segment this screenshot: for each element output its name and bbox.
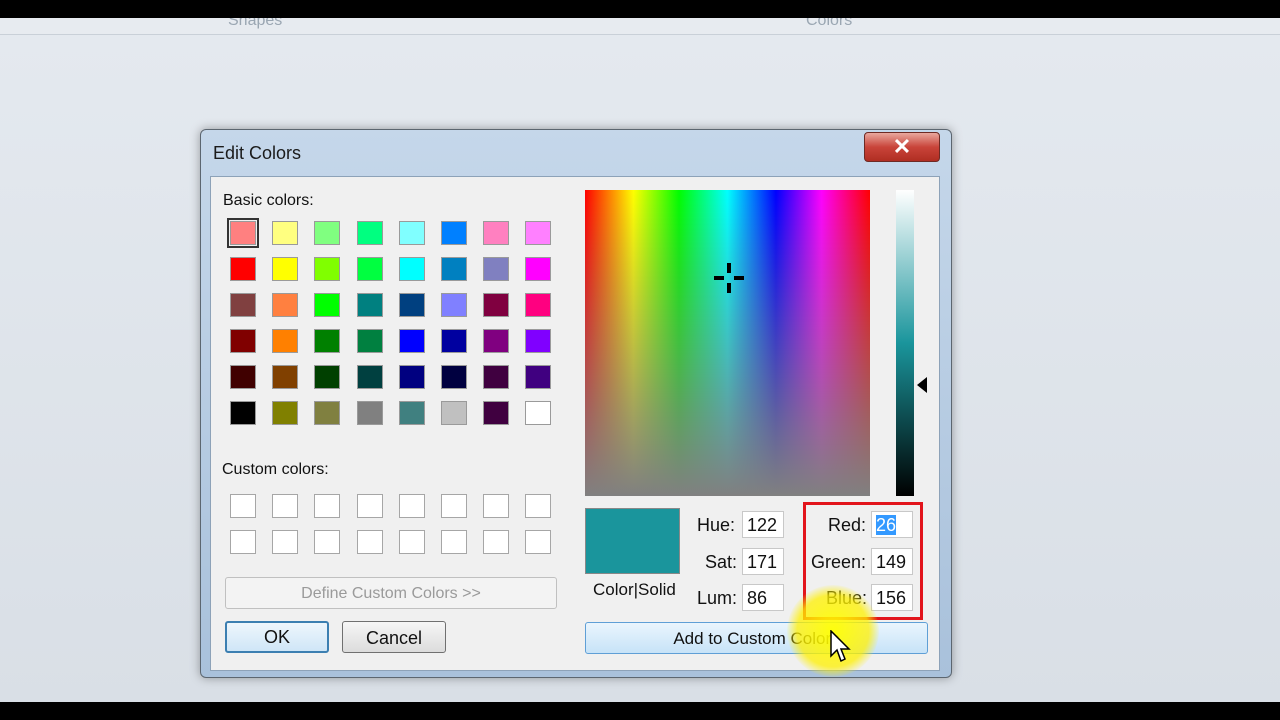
basic-color-swatch[interactable]: [356, 365, 383, 389]
mouse-pointer-icon: [830, 630, 851, 663]
basic-color-swatch[interactable]: [525, 401, 552, 425]
basic-color-swatch[interactable]: [525, 221, 552, 245]
basic-color-swatch[interactable]: [314, 257, 341, 281]
basic-color-swatch[interactable]: [230, 257, 256, 281]
basic-color-swatch[interactable]: [398, 293, 425, 317]
basic-color-swatch[interactable]: [441, 401, 467, 425]
custom-color-swatch[interactable]: [525, 530, 552, 554]
basic-color-swatch[interactable]: [230, 329, 256, 353]
basic-color-swatch[interactable]: [314, 365, 341, 389]
basic-color-swatch[interactable]: [483, 401, 510, 425]
spectrum-crosshair-icon[interactable]: [714, 263, 744, 293]
basic-color-swatch[interactable]: [483, 329, 510, 353]
color-solid-preview: [585, 508, 680, 574]
ribbon-shapes-label: Shapes: [228, 18, 283, 29]
basic-color-swatch[interactable]: [525, 257, 552, 281]
custom-color-swatch[interactable]: [272, 494, 299, 518]
basic-color-swatch[interactable]: [483, 257, 510, 281]
basic-color-swatch[interactable]: [356, 329, 383, 353]
hue-field[interactable]: 122: [742, 511, 784, 538]
basic-color-swatch[interactable]: [441, 293, 467, 317]
basic-color-swatch[interactable]: [441, 365, 467, 389]
basic-color-swatch[interactable]: [441, 257, 467, 281]
basic-color-swatch[interactable]: [398, 329, 425, 353]
basic-color-swatch[interactable]: [398, 401, 425, 425]
custom-color-swatch[interactable]: [314, 494, 341, 518]
basic-color-swatch[interactable]: [525, 293, 552, 317]
custom-color-swatch[interactable]: [314, 530, 341, 554]
sat-field[interactable]: 171: [742, 548, 784, 575]
define-custom-colors-button[interactable]: Define Custom Colors >>: [225, 577, 557, 609]
custom-color-swatch[interactable]: [356, 530, 383, 554]
cancel-button[interactable]: Cancel: [342, 621, 446, 653]
custom-color-swatch[interactable]: [441, 494, 467, 518]
hue-label: Hue:: [697, 515, 736, 535]
custom-color-swatch[interactable]: [483, 494, 510, 518]
basic-color-swatch[interactable]: [272, 401, 299, 425]
dialog-title: Edit Colors: [213, 143, 302, 163]
basic-color-swatch[interactable]: [483, 293, 510, 317]
ribbon-colors-label: Colors: [806, 18, 853, 29]
basic-color-swatch[interactable]: [356, 401, 383, 425]
custom-color-swatch[interactable]: [398, 530, 425, 554]
bottom-black-bar: [0, 702, 1280, 720]
custom-color-swatch[interactable]: [230, 494, 256, 518]
basic-color-swatch[interactable]: [483, 221, 510, 245]
basic-color-swatch[interactable]: [314, 401, 341, 425]
basic-color-swatch[interactable]: [525, 329, 552, 353]
luminosity-slider-arrow-icon[interactable]: [917, 377, 927, 393]
basic-color-swatch[interactable]: [398, 257, 425, 281]
basic-color-swatch[interactable]: [441, 221, 467, 245]
custom-color-swatch[interactable]: [356, 494, 383, 518]
basic-color-swatch[interactable]: [272, 293, 299, 317]
lum-label: Lum:: [697, 588, 738, 608]
basic-color-swatch[interactable]: [272, 329, 299, 353]
top-black-bar: [0, 0, 1280, 18]
basic-color-swatch[interactable]: [356, 257, 383, 281]
basic-color-swatch[interactable]: [525, 365, 552, 389]
basic-color-swatch[interactable]: [230, 401, 256, 425]
basic-color-swatch[interactable]: [441, 329, 467, 353]
luminosity-bar[interactable]: [896, 190, 914, 496]
custom-color-swatch[interactable]: [483, 530, 510, 554]
basic-color-swatch[interactable]: [398, 365, 425, 389]
custom-color-swatch[interactable]: [272, 530, 299, 554]
color-spectrum[interactable]: [585, 190, 870, 496]
custom-colors-label: Custom colors:: [222, 461, 329, 478]
basic-color-swatch[interactable]: [314, 329, 341, 353]
basic-color-swatch[interactable]: [230, 293, 256, 317]
basic-colors-label: Basic colors:: [223, 192, 314, 209]
custom-color-swatch[interactable]: [398, 494, 425, 518]
basic-color-swatch[interactable]: [230, 365, 256, 389]
custom-color-swatch[interactable]: [525, 494, 552, 518]
custom-color-swatch[interactable]: [230, 530, 256, 554]
basic-color-swatch[interactable]: [272, 257, 299, 281]
basic-color-swatch[interactable]: [483, 365, 510, 389]
basic-color-swatch[interactable]: [314, 221, 341, 245]
basic-color-swatch[interactable]: [272, 221, 299, 245]
custom-color-swatch[interactable]: [441, 530, 467, 554]
ok-button[interactable]: OK: [225, 621, 329, 653]
paint-ribbon-strip: Shapes Colors: [0, 18, 1280, 35]
basic-color-swatch[interactable]: [227, 218, 259, 248]
basic-color-swatch[interactable]: [398, 221, 425, 245]
basic-color-swatch[interactable]: [314, 293, 341, 317]
close-button[interactable]: ✕: [864, 132, 940, 162]
lum-field[interactable]: 86: [742, 584, 784, 611]
basic-color-swatch[interactable]: [356, 293, 383, 317]
basic-color-swatch[interactable]: [272, 365, 299, 389]
basic-color-swatch[interactable]: [356, 221, 383, 245]
color-solid-label: Color|Solid: [593, 580, 676, 599]
sat-label: Sat:: [705, 552, 738, 572]
